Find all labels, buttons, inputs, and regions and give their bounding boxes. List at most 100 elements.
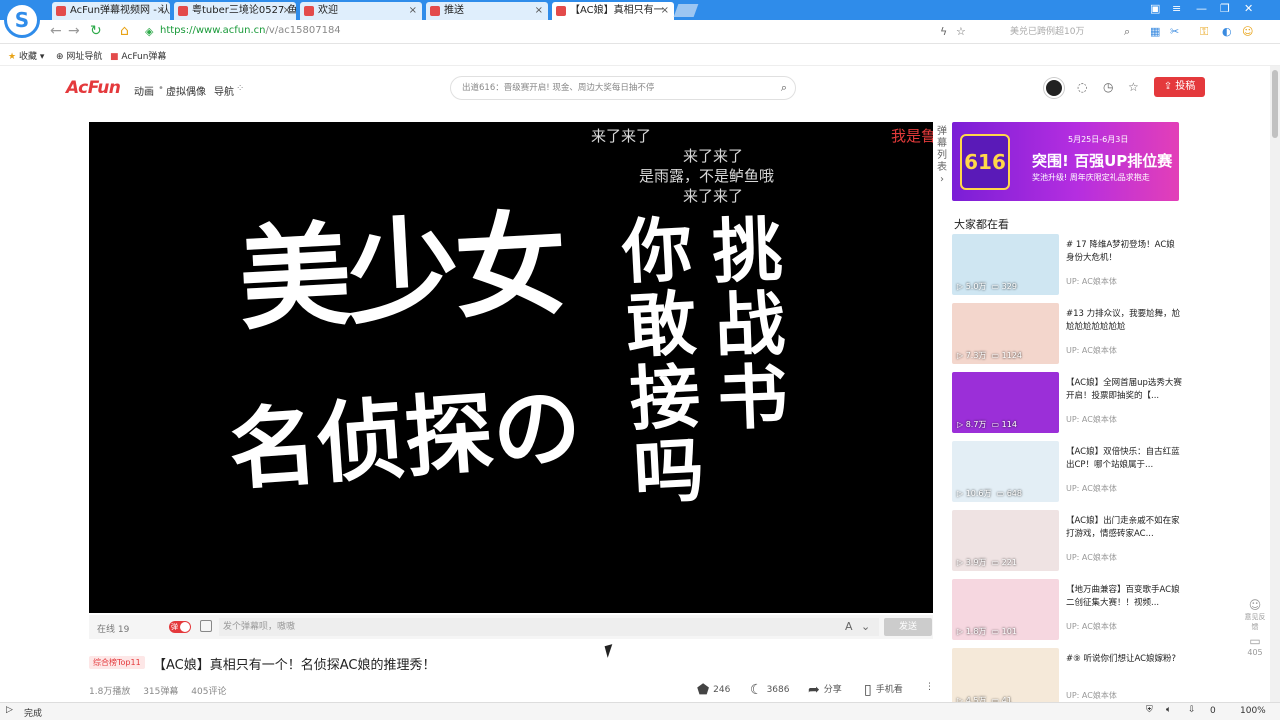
sidebar-toggle-icon[interactable]: ▷ xyxy=(6,705,13,715)
feedback-button[interactable]: ☺ 意见反馈 xyxy=(1242,598,1268,632)
recommend-title[interactable]: 【AC娘】出门走亲戚不如在家打游戏，情感砖家AC... xyxy=(1066,515,1182,541)
search-icon[interactable]: ⌕ xyxy=(781,77,787,99)
lightning-icon[interactable]: ϟ xyxy=(940,25,947,38)
browser-tab[interactable]: 推送 × xyxy=(426,2,548,20)
close-window-icon[interactable]: ✕ xyxy=(1244,2,1253,15)
new-tab-button[interactable] xyxy=(673,4,699,17)
security-icon[interactable]: ⛨ xyxy=(1146,705,1153,715)
url-field[interactable]: https://www.acfun.cn/v/ac15807184 xyxy=(160,25,341,36)
zoom-level[interactable]: 100% xyxy=(1240,706,1266,716)
browser-search-input[interactable]: 美兑已跨例超10万 xyxy=(990,23,1140,41)
recommend-up[interactable]: UP: AC娘本体 xyxy=(1066,414,1117,425)
download-icon[interactable]: ⇩ xyxy=(1188,705,1196,715)
acfun-bookmark[interactable]: ■ AcFun弹幕 xyxy=(110,49,166,62)
scissors-icon[interactable]: ✂ xyxy=(1170,25,1179,38)
recommend-up[interactable]: UP: AC娘本体 xyxy=(1066,483,1117,494)
upload-button[interactable]: ⇪ 投稿 xyxy=(1154,77,1205,97)
event-banner[interactable]: 616 5月25日-6月3日 突围! 百强UP排位赛 奖池升级! 周年庆限定礼品… xyxy=(952,122,1179,201)
recommend-title[interactable]: # 17 降维A梦初登场！AC娘身份大危机！ xyxy=(1066,239,1182,265)
comment-float-button[interactable]: ▭ 405 xyxy=(1242,634,1268,657)
favorites-bookmark[interactable]: ★ 收藏 ▾ xyxy=(8,49,44,62)
smile-icon[interactable]: ☺ xyxy=(1242,25,1253,38)
recommend-item[interactable]: ▷ 7.3万 ▭ 1124 #13 力排众议，我要尬舞，尬尬尬尬尬尬尬尬 UP: A… xyxy=(952,303,1182,365)
message-icon[interactable]: ◌ xyxy=(1077,80,1087,94)
chevron-down-icon[interactable]: ⌄ xyxy=(861,620,870,633)
favorite-icon[interactable]: ☆ xyxy=(1128,80,1139,94)
grid-icon[interactable]: ⁘ xyxy=(236,83,244,94)
recommend-item[interactable]: ▷ 3.9万 ▭ 221 【AC娘】出门走亲戚不如在家打游戏，情感砖家AC... U… xyxy=(952,510,1182,572)
font-style-icon[interactable]: A xyxy=(845,620,853,633)
avatar[interactable] xyxy=(1044,78,1064,98)
danmaku-list-toggle[interactable]: 弹幕列表 › xyxy=(935,126,949,186)
recommend-title[interactable]: 【AC娘】双倍快乐：自古红蓝出CP！哪个站娘属于... xyxy=(1066,446,1182,472)
star-icon[interactable]: ☆ xyxy=(956,25,966,38)
search-icon[interactable]: ⌕ xyxy=(1124,25,1130,39)
video-thumbnail[interactable]: ▷ 7.3万 ▭ 1124 xyxy=(952,303,1059,364)
recommend-up[interactable]: UP: AC娘本体 xyxy=(1066,345,1117,356)
send-button[interactable]: 发送 xyxy=(884,618,932,636)
close-icon[interactable]: × xyxy=(661,2,669,20)
recommend-up[interactable]: UP: AC娘本体 xyxy=(1066,276,1117,287)
recommend-item[interactable]: ▷ 8.7万 ▭ 114 【AC娘】全网首届up选秀大赛开启！投票即抽奖的【...… xyxy=(952,372,1182,434)
skin-icon[interactable]: ▣ xyxy=(1150,2,1160,15)
page-scrollbar[interactable] xyxy=(1270,66,1280,702)
maximize-icon[interactable]: ❐ xyxy=(1220,2,1230,15)
forward-icon[interactable]: → xyxy=(68,23,80,39)
translate-icon[interactable]: ◐ xyxy=(1222,25,1232,38)
like-button[interactable]: ⬟ 246 xyxy=(697,682,730,698)
extension-icon[interactable]: ▦ xyxy=(1150,25,1160,38)
key-icon[interactable]: ⚿ xyxy=(1200,25,1208,39)
recommend-title[interactable]: 【地万曲兼容】百变歌手AC娘二创征集大赛！！视频... xyxy=(1066,584,1182,610)
sogou-browser-logo[interactable]: S xyxy=(4,2,40,38)
recommend-item[interactable]: ▷ 10.6万 ▭ 648 【AC娘】双倍快乐：自古红蓝出CP！哪个站娘属于...… xyxy=(952,441,1182,503)
secure-shield-icon: ◈ xyxy=(145,25,154,38)
video-thumbnail[interactable]: ▷ 4.5万 ▭ 41 xyxy=(952,648,1059,709)
recommend-title[interactable]: #13 力排众议，我要尬舞，尬尬尬尬尬尬尬尬 xyxy=(1066,308,1182,334)
nav-anime[interactable]: 动画 xyxy=(134,83,154,98)
back-icon[interactable]: ← xyxy=(50,23,62,39)
browser-tab[interactable]: AcFun弹幕视频网 - 认真你就输啦× xyxy=(52,2,170,20)
home-icon[interactable]: ⌂ xyxy=(120,23,129,39)
recommend-up[interactable]: UP: AC娘本体 xyxy=(1066,690,1117,701)
banana-button[interactable]: ☾ 3686 xyxy=(750,682,789,698)
scroll-thumb[interactable] xyxy=(1272,70,1278,138)
refresh-icon[interactable]: ↻ xyxy=(90,23,102,39)
video-thumbnail[interactable]: ▷ 10.6万 ▭ 648 xyxy=(952,441,1059,502)
close-icon[interactable]: × xyxy=(535,2,543,20)
volume-icon[interactable]: 🔈︎ xyxy=(1166,705,1171,715)
video-thumbnail[interactable]: ▷ 8.7万 ▭ 114 xyxy=(952,372,1059,433)
menu-icon[interactable]: ≡ xyxy=(1172,2,1181,15)
video-thumbnail[interactable]: ▷ 1.8万 ▭ 101 xyxy=(952,579,1059,640)
browser-tab-active[interactable]: 【AC娘】真相只有一 × xyxy=(552,2,674,20)
mobile-watch-button[interactable]: ▯ 手机看 xyxy=(864,682,903,698)
danmaku-icon: ▭ xyxy=(991,351,1000,360)
recommend-up[interactable]: UP: AC娘本体 xyxy=(1066,552,1117,563)
recommend-item[interactable]: ▷ 1.8万 ▭ 101 【地万曲兼容】百变歌手AC娘二创征集大赛！！视频... U… xyxy=(952,579,1182,641)
close-icon[interactable]: × xyxy=(157,2,165,20)
danmaku-settings-icon[interactable] xyxy=(200,620,212,632)
recommend-item[interactable]: ▷ 5.0万 ▭ 329 # 17 降维A梦初登场！AC娘身份大危机！ UP: AC… xyxy=(952,234,1182,296)
danmaku-input[interactable]: 发个弹幕呗，嗷嗷 xyxy=(219,618,879,636)
recommend-up[interactable]: UP: AC娘本体 xyxy=(1066,621,1117,632)
nav-guide[interactable]: 导航 xyxy=(214,83,234,98)
browser-tab[interactable]: 欢迎 × xyxy=(300,2,422,20)
site-search-input[interactable]: 出道616：晋级赛开启! 现金、周边大奖每日抽不停 ⌕ xyxy=(450,76,796,100)
acfun-logo[interactable]: AcFun xyxy=(66,78,121,98)
recommend-title[interactable]: 【AC娘】全网首届up选秀大赛开启！投票即抽奖的【... xyxy=(1066,377,1182,403)
rank-badge[interactable]: 综合榜Top11 xyxy=(89,656,145,669)
nav-vtuber[interactable]: 虚拟偶像 xyxy=(166,83,206,98)
close-icon[interactable]: × xyxy=(409,2,417,20)
share-button[interactable]: ➦ 分享 xyxy=(808,682,842,698)
history-icon[interactable]: ◷ xyxy=(1103,80,1113,94)
browser-tab[interactable]: 粤tuber三境论0527 鱼 × xyxy=(174,2,296,20)
video-player[interactable]: 来了来了 来了来了 是雨露，不是鲈鱼哦 来了来了 我是鲁 美少女 名侦探の 你敢… xyxy=(89,122,933,613)
danmaku-toggle[interactable]: 弹 xyxy=(169,621,191,633)
minimize-icon[interactable]: — xyxy=(1196,2,1207,15)
more-icon[interactable]: ⋮ xyxy=(925,682,934,692)
recommend-item[interactable]: ▷ 4.5万 ▭ 41 #⑨ 听说你们想让AC娘嫁粉? UP: AC娘本体 xyxy=(952,648,1182,710)
nav-bookmark[interactable]: ⊕ 网址导航 xyxy=(56,49,102,62)
video-thumbnail[interactable]: ▷ 5.0万 ▭ 329 xyxy=(952,234,1059,295)
close-icon[interactable]: × xyxy=(283,2,291,20)
video-thumbnail[interactable]: ▷ 3.9万 ▭ 221 xyxy=(952,510,1059,571)
recommend-title[interactable]: #⑨ 听说你们想让AC娘嫁粉? xyxy=(1066,653,1182,666)
